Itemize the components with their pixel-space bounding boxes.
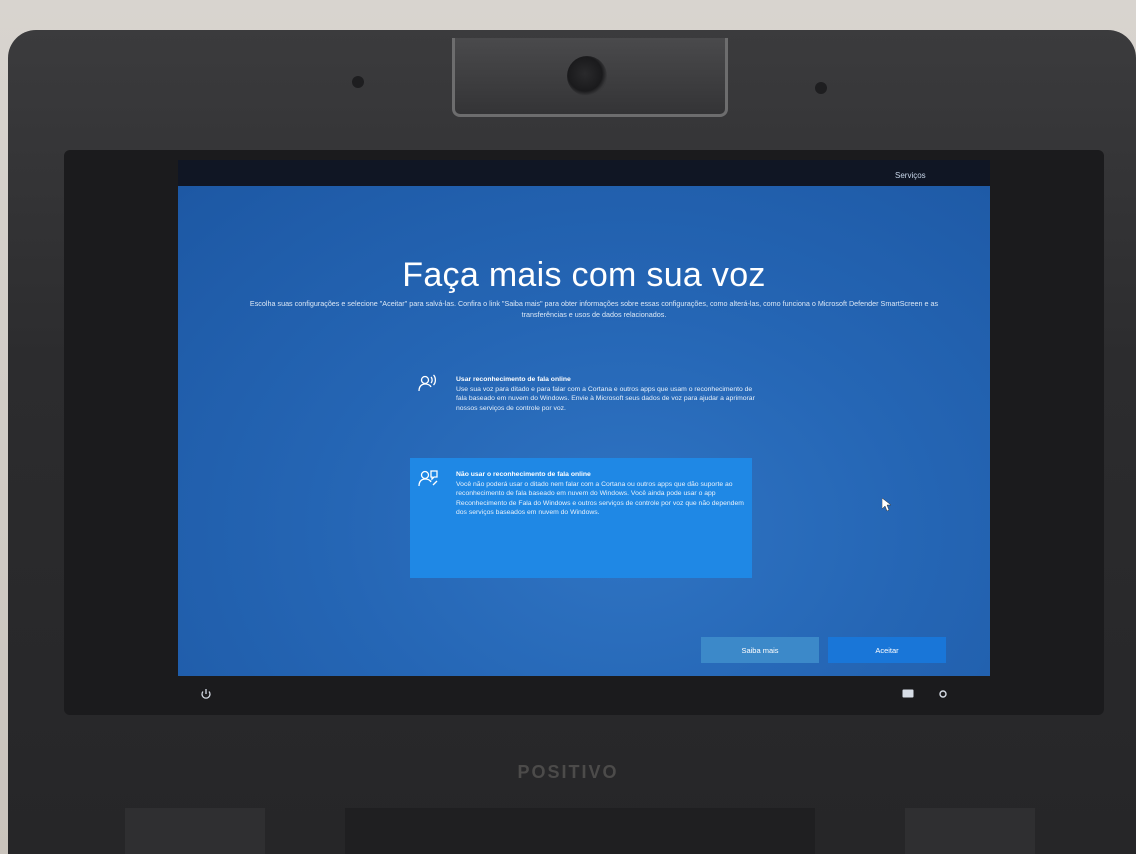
hinge-center (345, 808, 815, 854)
keyboard-icon[interactable] (902, 689, 914, 701)
option-description: Você não poderá usar o ditado nem falar … (456, 480, 744, 517)
hinge-right (905, 808, 1035, 854)
network-icon[interactable] (938, 689, 948, 702)
option-description: Use sua voz para ditado e para falar com… (456, 385, 755, 412)
bezel-sensor-left (352, 76, 364, 88)
progress-step-label: Serviços (895, 171, 926, 180)
mouse-cursor-icon (882, 498, 892, 512)
page-subtitle: Escolha suas configurações e selecione "… (249, 299, 939, 319)
option-no-online-speech[interactable]: Não usar o reconhecimento de fala online… (410, 458, 752, 578)
learn-more-button[interactable]: Saiba mais (701, 637, 819, 663)
oobe-header-strip (178, 160, 990, 186)
accept-button[interactable]: Aceitar (828, 637, 946, 663)
device-brand-logo: POSITIVO (517, 762, 619, 782)
hinge-left (125, 808, 265, 854)
bezel-sensor-right (815, 82, 827, 94)
webcam-lens (567, 56, 607, 96)
speech-offline-icon (418, 470, 438, 487)
option-title: Usar reconhecimento de fala online (456, 376, 571, 383)
speech-online-icon (418, 374, 437, 392)
page-title: Faça mais com sua voz (402, 256, 766, 294)
oobe-screen: Faça mais com sua voz Escolha suas confi… (178, 186, 990, 676)
option-title: Não usar o reconhecimento de fala online (456, 471, 591, 478)
accessibility-icon[interactable] (200, 688, 212, 703)
